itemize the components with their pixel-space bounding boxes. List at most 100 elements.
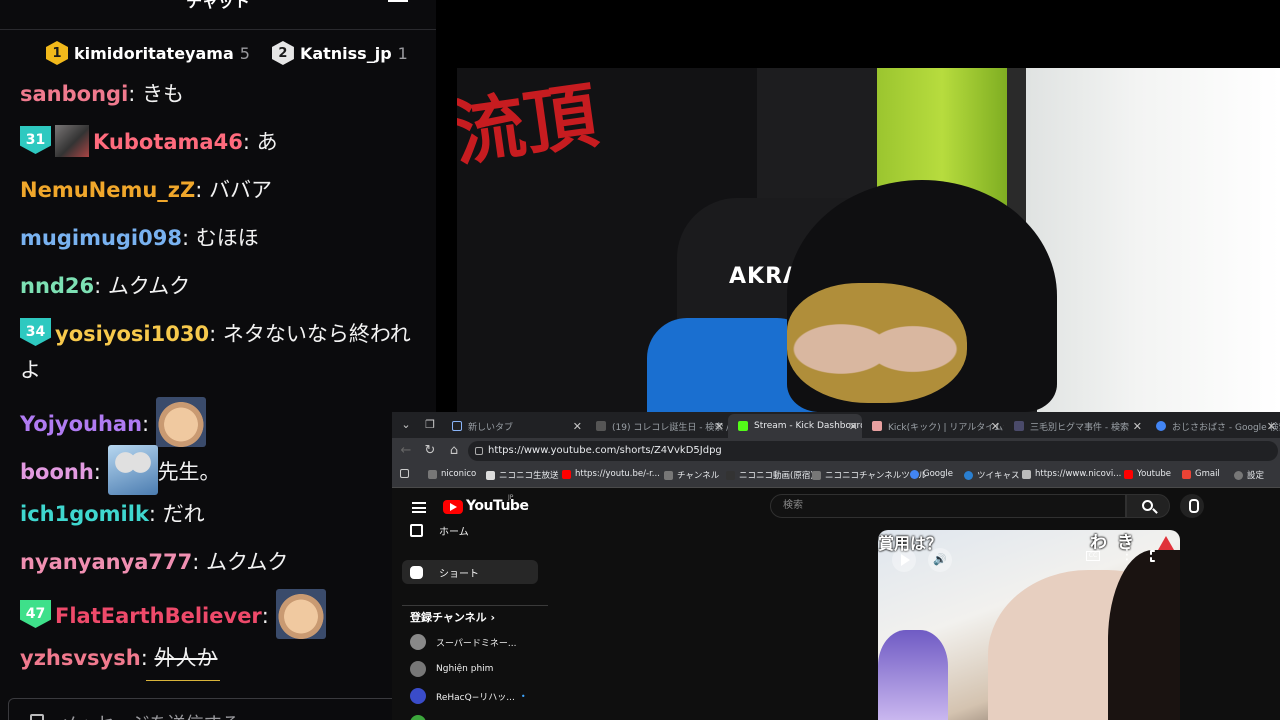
chat-username[interactable]: yosiyosi1030 [55,322,209,346]
bookmark-label: https://youtu.be/-r... [575,469,660,479]
site-info-icon[interactable] [475,447,483,455]
youtube-search-input[interactable]: 検索 [770,494,1126,518]
subscription-channel[interactable] [410,713,436,720]
bookmark-item[interactable]: https://www.nicovi... [1022,469,1121,479]
sidebar-item-home[interactable]: ホーム [402,518,538,542]
chat-username[interactable]: ich1gomilk [20,502,149,526]
reload-icon[interactable]: ↻ [420,441,440,461]
browser-tab-active[interactable]: Stream - Kick Dashboard ✕ [728,414,862,438]
sidebar-item-label: ホーム [439,526,469,538]
youtube-logo-icon[interactable] [443,500,463,514]
bookmark-favicon-icon [812,470,821,480]
tab-list-chevron-icon[interactable]: ⌄ [396,416,416,434]
bookmark-item[interactable]: ツイキャス [964,469,1020,481]
microphone-icon[interactable] [1180,494,1204,518]
browser-tab[interactable]: 新しいタブ ✕ [442,414,586,438]
mouse-emote-icon [107,445,158,495]
youtube-page: YouTube JP 検索 ホーム ショート 登録チャンネル › スーパードミネ… [392,488,1280,720]
bookmark-item[interactable]: チャンネル [664,469,719,481]
chat-username[interactable]: sanbongi [20,82,128,106]
youtube-region-label: JP [508,494,514,501]
youtube-logo-text[interactable]: YouTube [466,498,529,514]
browser-tab[interactable]: (19) コレコレ誕生日 - 検索 / X ✕ [586,414,728,438]
chat-username[interactable]: Kubotama46 [93,130,243,154]
home-icon[interactable]: ⌂ [444,441,464,461]
chat-username[interactable]: Yojyouhan [20,412,142,436]
tab-close-icon[interactable]: ✕ [1133,420,1142,433]
address-bar[interactable]: https://www.youtube.com/shorts/Z4VvkD5Jd… [468,441,1278,461]
channel-name: Nghiện phim [436,664,494,674]
bookmark-item[interactable]: niconico [428,469,476,479]
bookmark-item[interactable]: Gmail [1182,469,1220,479]
chat-message: 34 yosiyosi1030: ネタないなら終われよ [20,316,420,388]
shorts-video-player[interactable]: 賞用は？ わき 🔊 CC ⋮ [878,530,1180,720]
youtube-favicon-icon [1124,469,1133,479]
background-wall [1022,68,1280,412]
chat-username[interactable]: NemuNemu_zZ [20,178,195,202]
browser-tab[interactable]: Kick(キック) | リアルタイムランキング ✕ [862,414,1004,438]
channel-avatar [410,661,426,677]
chat-message: Yojyouhan: [20,397,420,450]
sidebar-divider [402,605,548,606]
more-options-icon[interactable]: ⋮ [1120,548,1134,562]
chat-header: チャット [0,0,436,30]
browser-tab[interactable]: 三毛別ヒグマ事件 - 検索 ✕ [1004,414,1146,438]
volume-icon[interactable]: 🔊 [928,548,952,572]
bookmark-item[interactable]: https://youtu.be/-r... [562,469,660,479]
tab-close-icon[interactable]: ✕ [573,420,582,433]
tab-groups-icon[interactable]: ❐ [420,416,440,434]
chat-username[interactable]: nyanyanya777 [20,550,192,574]
chat-username[interactable]: nnd26 [20,274,94,298]
bookmark-item[interactable]: ニコニコ生放送 [486,469,559,481]
bookmark-item[interactable]: Google [910,469,953,479]
browser-tab[interactable]: おじさおばさ - Google 検索 ✕ [1146,414,1280,438]
chat-message-text: ムクムク [107,274,191,298]
search-button[interactable] [1126,494,1170,518]
chat-username[interactable]: mugimugi098 [20,226,182,250]
google-favicon-icon [910,469,919,479]
subscriptions-heading[interactable]: 登録チャンネル › [410,609,495,625]
tab-close-icon[interactable]: ✕ [849,420,858,433]
settings-favicon-icon [1234,470,1243,480]
play-button-icon[interactable] [892,548,916,572]
sidebar-item-shorts[interactable]: ショート [402,560,538,584]
tab-favicon-icon [452,421,462,431]
hamburger-menu-icon[interactable] [412,502,426,513]
chat-username[interactable]: FlatEarthBeliever [55,604,262,628]
bookmark-item[interactable]: ニコニコ動画(原宿) [726,469,814,481]
chat-message: 31 Kubotama46: あ [20,124,420,160]
sticker-icon [1158,536,1174,550]
tab-close-icon[interactable]: ✕ [991,420,1000,433]
back-arrow-icon[interactable]: ← [396,441,416,461]
bookmark-item[interactable]: Youtube [1124,469,1171,479]
bookmark-item[interactable]: 設定 [1234,469,1264,481]
tab-title: (19) コレコレ誕生日 - 検索 / X [612,422,728,433]
new-content-dot-icon: • [520,691,526,701]
closed-captions-icon[interactable]: CC [1086,551,1100,561]
tab-close-icon[interactable]: ✕ [715,420,724,433]
subscription-channel[interactable]: ReHacQ−リハッ... • [410,686,526,706]
chat-message: nnd26: ムクムク [20,274,191,298]
subscriber-badge-icon: 34 [20,318,51,346]
chat-username[interactable]: boonh [20,460,94,484]
chat-leaderboard: 1 kimidoritateyama 5 2 Katniss_jp 1 [46,40,408,66]
leaderboard-entry[interactable]: 2 Katniss_jp 1 [271,41,408,65]
face-emote-icon [155,397,206,447]
google-favicon-icon [1156,421,1166,431]
chat-username[interactable]: yzhsvsysh [20,646,141,670]
subscription-channel[interactable]: スーパードミネー... [410,632,517,652]
tab-title: おじさおばさ - Google 検索 [1172,422,1280,433]
bookmark-label: ニコニコ生放送 [499,471,559,481]
chat-message: boonh: 先生。 [20,445,420,498]
bookmark-favicon-icon [664,470,673,480]
subscription-channel[interactable]: Nghiện phim [410,659,493,679]
bookmark-grid-icon[interactable] [400,469,413,478]
chat-message-text: 外人か [154,646,218,670]
tab-close-icon[interactable]: ✕ [1267,420,1276,433]
popout-icon[interactable] [388,0,408,2]
shirt-print-text: 流頂 [457,72,603,177]
chat-message-text: ムクムク [206,550,289,574]
chat-message: mugimugi098: むほほ [20,226,259,250]
chat-input-placeholder: メッセージを送信する [60,710,240,720]
leaderboard-entry[interactable]: 1 kimidoritateyama 5 [46,41,250,65]
